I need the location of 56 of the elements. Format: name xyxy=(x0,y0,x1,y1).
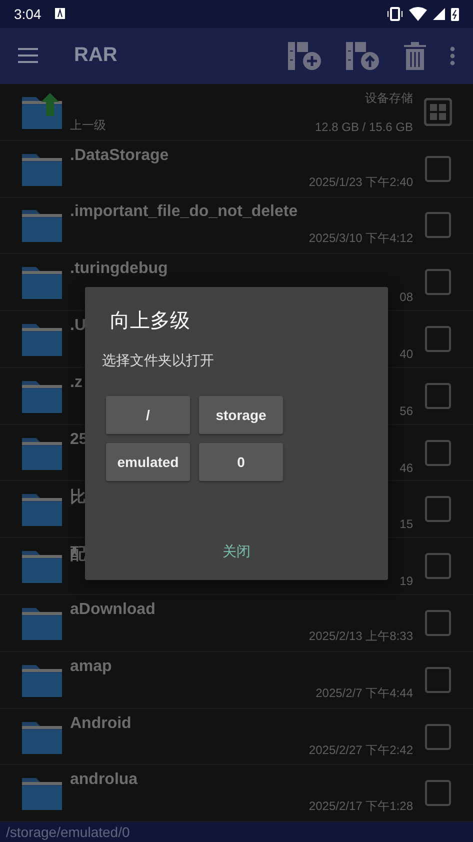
folder-date: 46 xyxy=(400,460,413,475)
folder-date: 19 xyxy=(400,574,413,588)
folder-name[interactable]: amap xyxy=(70,658,316,676)
checkbox[interactable] xyxy=(425,496,451,522)
folder-date: 15 xyxy=(400,517,413,532)
signal-icon xyxy=(433,8,445,20)
checkbox[interactable] xyxy=(425,382,451,409)
dialog-message: 选择文件夹以打开 xyxy=(102,352,215,370)
dialog-title: 向上多级 xyxy=(110,309,191,334)
path-button[interactable]: emulated xyxy=(106,443,190,481)
current-path: /storage/emulated/0 xyxy=(0,822,473,842)
extract-archive-icon[interactable] xyxy=(346,42,380,70)
folder-date: 2025/2/17 下午1:28 xyxy=(308,798,413,816)
checkbox[interactable] xyxy=(425,212,451,238)
checkbox[interactable] xyxy=(425,326,451,352)
add-archive-icon[interactable] xyxy=(288,42,322,70)
wifi-icon xyxy=(409,6,427,21)
folder-name[interactable]: .DataStorage xyxy=(70,146,309,165)
checkbox[interactable] xyxy=(425,553,451,580)
folder-date: 2025/2/7 下午4:44 xyxy=(316,684,413,702)
folder-up-icon xyxy=(20,92,64,131)
close-button[interactable]: 关闭 xyxy=(216,542,256,562)
folder-name[interactable]: androlua xyxy=(70,771,309,790)
folder-date: 2025/2/27 下午2:42 xyxy=(308,742,413,759)
folder-name[interactable]: .turingdebug xyxy=(70,260,400,278)
folder-date: 2025/3/10 下午4:12 xyxy=(308,230,413,248)
more-icon[interactable] xyxy=(450,46,455,66)
path-button[interactable]: / xyxy=(106,396,190,434)
folder-date: 40 xyxy=(400,346,413,361)
clock: 3:04 xyxy=(14,6,42,22)
checkbox[interactable] xyxy=(425,724,451,750)
parent-folder-label: 上一级 xyxy=(70,116,107,134)
grid-view-icon[interactable] xyxy=(424,98,452,126)
checkbox[interactable] xyxy=(425,269,451,296)
path-button[interactable]: 0 xyxy=(199,443,283,481)
folder-date: 08 xyxy=(400,290,413,304)
app-title: RAR xyxy=(74,44,118,68)
storage-size: 12.8 GB / 15.6 GB xyxy=(314,120,413,134)
checkbox[interactable] xyxy=(425,666,451,693)
folder-name[interactable]: aDownload xyxy=(70,600,309,619)
checkbox[interactable] xyxy=(425,610,451,636)
battery-icon xyxy=(451,6,459,21)
storage-name: 设备存储 xyxy=(365,90,413,107)
vibrate-icon xyxy=(387,6,403,21)
keyboard-icon xyxy=(55,8,66,20)
checkbox[interactable] xyxy=(425,440,451,466)
trash-icon[interactable] xyxy=(404,42,426,70)
folder-name[interactable]: Android xyxy=(70,714,309,733)
folder-date: 56 xyxy=(400,404,413,418)
folder-name[interactable]: .important_file_do_not_delete xyxy=(70,203,309,222)
menu-icon[interactable] xyxy=(18,48,38,64)
path-button[interactable]: storage xyxy=(199,396,283,434)
checkbox[interactable] xyxy=(425,780,451,806)
checkbox[interactable] xyxy=(425,156,451,182)
folder-date: 2025/2/13 上午8:33 xyxy=(308,628,413,645)
folder-date: 2025/1/23 下午2:40 xyxy=(308,174,413,191)
